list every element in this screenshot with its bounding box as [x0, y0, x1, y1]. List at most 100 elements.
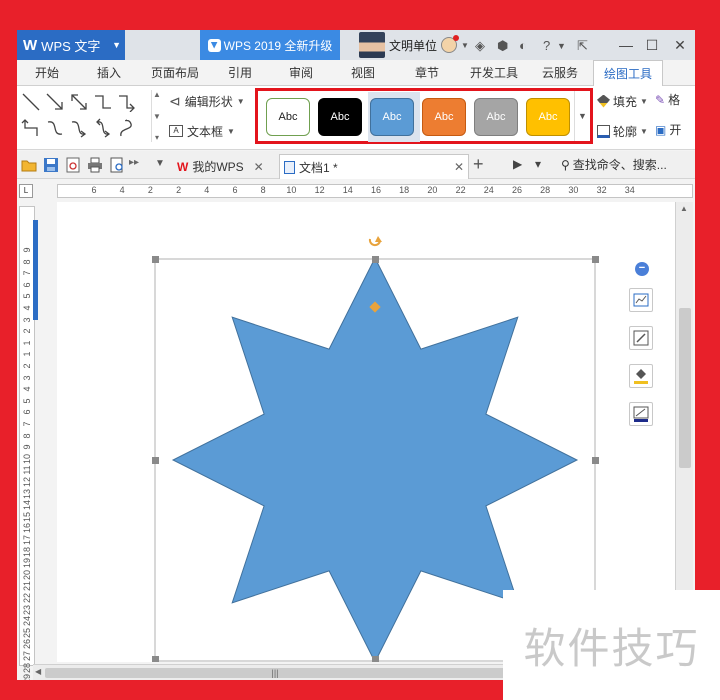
curved-arrow-connector-icon[interactable]	[69, 118, 89, 138]
text-box-button[interactable]: A 文本框 ▼	[169, 121, 235, 141]
collapse-tools-icon[interactable]: −	[635, 262, 649, 276]
command-search[interactable]: ⚲ 查找命令、搜索...	[561, 156, 667, 173]
tab-developer[interactable]: 开发工具	[463, 60, 525, 86]
arrow-shape-icon[interactable]	[45, 92, 65, 112]
ruler-tick-label: 6	[91, 185, 97, 195]
maximize-button[interactable]: ☐	[641, 34, 663, 56]
shape-style-1[interactable]: Abc	[266, 98, 310, 136]
chevron-down-icon[interactable]: ▼	[153, 112, 161, 121]
chevron-up-icon[interactable]: ▲	[153, 90, 161, 99]
curved-double-arrow-icon[interactable]	[93, 118, 113, 138]
chevron-down-icon: ▼	[640, 96, 648, 106]
wps-badge-icon	[207, 38, 221, 52]
double-arrow-shape-icon[interactable]	[69, 92, 89, 112]
shape-style-6[interactable]: Abc	[526, 98, 570, 136]
expand-gallery-icon[interactable]: ▾	[155, 133, 159, 142]
open-folder-icon[interactable]	[21, 157, 37, 173]
vertical-scroll-thumb[interactable]	[679, 308, 691, 468]
resize-handle-left[interactable]	[152, 457, 159, 464]
upgrade-promo-button[interactable]: WPS 2019 全新升级	[200, 30, 340, 60]
export-pdf-icon[interactable]	[65, 157, 81, 173]
tab-home[interactable]: 开始	[27, 60, 67, 86]
ruler-tick-label: 29	[22, 674, 32, 680]
elbow-double-arrow-icon[interactable]	[21, 118, 41, 138]
format-brush-label: 格	[668, 93, 681, 107]
close-icon[interactable]: ✕	[454, 160, 464, 174]
tab-section[interactable]: 章节	[407, 60, 447, 86]
tab-review[interactable]: 审阅	[281, 60, 321, 86]
chevron-down-icon[interactable]: ▼	[155, 158, 165, 169]
tab-my-wps[interactable]: W 我的WPS ✕	[173, 154, 268, 179]
tab-references[interactable]: 引用	[220, 60, 260, 86]
side-panel-handle[interactable]	[33, 220, 38, 320]
app-menu-button[interactable]: W WPS 文字 ▼	[17, 30, 125, 60]
resize-handle-right[interactable]	[592, 457, 599, 464]
avatar[interactable]	[359, 32, 385, 58]
curved-connector-icon[interactable]	[45, 118, 65, 138]
share-icon[interactable]: ⬢	[497, 38, 508, 54]
shape-style-5[interactable]: Abc	[474, 98, 518, 136]
shape-style-4[interactable]: Abc	[422, 98, 466, 136]
resize-handle-top-right[interactable]	[592, 256, 599, 263]
outline-label: 轮廓	[613, 124, 638, 139]
shape-layout-button[interactable]	[629, 288, 653, 312]
slideshow-icon[interactable]: ▶	[513, 157, 522, 171]
more-tools-icon[interactable]: ▸▸	[129, 157, 139, 168]
tab-page-layout[interactable]: 页面布局	[143, 60, 207, 86]
text-box-icon: A	[169, 125, 183, 137]
ruler-tick-label: 4	[119, 185, 125, 195]
help-icon[interactable]: ?	[543, 38, 550, 53]
user-account[interactable]: 文明单位 ▼	[359, 30, 469, 60]
feedback-icon[interactable]: ◐	[519, 38, 527, 53]
format-painter-button[interactable]: ✎ 格	[655, 91, 680, 108]
shape-fill-button[interactable]	[629, 364, 653, 388]
minimize-button[interactable]: —	[615, 34, 637, 56]
resize-handle-top-left[interactable]	[152, 256, 159, 263]
shape-edit-button[interactable]	[629, 326, 653, 350]
ruler-tick-label: 22	[455, 185, 466, 195]
tab-my-wps-label: 我的WPS	[192, 160, 244, 174]
pencil-icon	[633, 330, 649, 346]
more-styles-button[interactable]: ▼	[574, 91, 590, 141]
tab-document1[interactable]: 文档1 * ✕	[279, 154, 469, 179]
resize-handle-bottom-left[interactable]	[152, 656, 159, 662]
tab-cloud-services[interactable]: 云服务	[533, 60, 587, 86]
horizontal-ruler[interactable]: 6 4 2 2 4 6 8 10 12 14 16 18 20 22 24 26 28 30 32 34	[57, 184, 693, 198]
freeform-curve-icon[interactable]	[117, 118, 137, 138]
print-icon[interactable]	[87, 157, 103, 173]
ruler-tick-label: 20	[427, 185, 438, 195]
horizontal-scrollbar[interactable]: ◀ |||	[33, 664, 517, 680]
restore-toolbar-icon[interactable]: ⇱	[577, 38, 588, 54]
shape-style-2[interactable]: Abc	[318, 98, 362, 136]
tab-menu-icon[interactable]: ▾	[535, 157, 541, 171]
save-icon[interactable]	[43, 157, 59, 173]
close-icon[interactable]: ✕	[254, 160, 264, 174]
print-preview-icon[interactable]	[109, 157, 125, 173]
shape-style-3[interactable]: Abc	[370, 98, 414, 136]
skin-icon[interactable]: ◈	[475, 38, 485, 54]
line-shape-icon[interactable]	[21, 92, 41, 112]
close-button[interactable]: ✕	[669, 34, 691, 56]
chevron-left-icon[interactable]: ◀	[35, 667, 41, 676]
fill-button[interactable]: 填充 ▼	[597, 91, 648, 111]
tab-stop-selector[interactable]: L	[19, 184, 33, 198]
chevron-down-icon[interactable]: ▼	[461, 41, 469, 50]
shapes-gallery-scroll[interactable]: ▲ ▼ ▾	[151, 90, 162, 142]
edit-shape-button[interactable]: ⊲ 编辑形状 ▼	[169, 91, 245, 111]
chevron-up-icon[interactable]: ▲	[680, 204, 688, 213]
shape-effects-button[interactable]: ▣ 开	[655, 121, 681, 138]
new-tab-plus-icon[interactable]: +	[473, 154, 484, 175]
resize-handle-top[interactable]	[372, 256, 379, 263]
tab-drawing-tools[interactable]: 绘图工具	[593, 60, 663, 86]
tab-view[interactable]: 视图	[343, 60, 383, 86]
chevron-down-icon[interactable]: ▼	[557, 41, 566, 51]
shape-outline-button[interactable]	[629, 402, 653, 426]
notification-icon[interactable]	[441, 35, 460, 53]
elbow-arrow-connector-icon[interactable]	[117, 92, 137, 112]
outline-button[interactable]: 轮廓 ▼	[597, 121, 648, 141]
tab-insert[interactable]: 插入	[89, 60, 129, 86]
elbow-connector-icon[interactable]	[93, 92, 113, 112]
horizontal-scroll-thumb[interactable]: |||	[45, 668, 505, 678]
rotate-handle-icon[interactable]	[368, 236, 382, 247]
resize-handle-bottom[interactable]	[372, 656, 379, 662]
